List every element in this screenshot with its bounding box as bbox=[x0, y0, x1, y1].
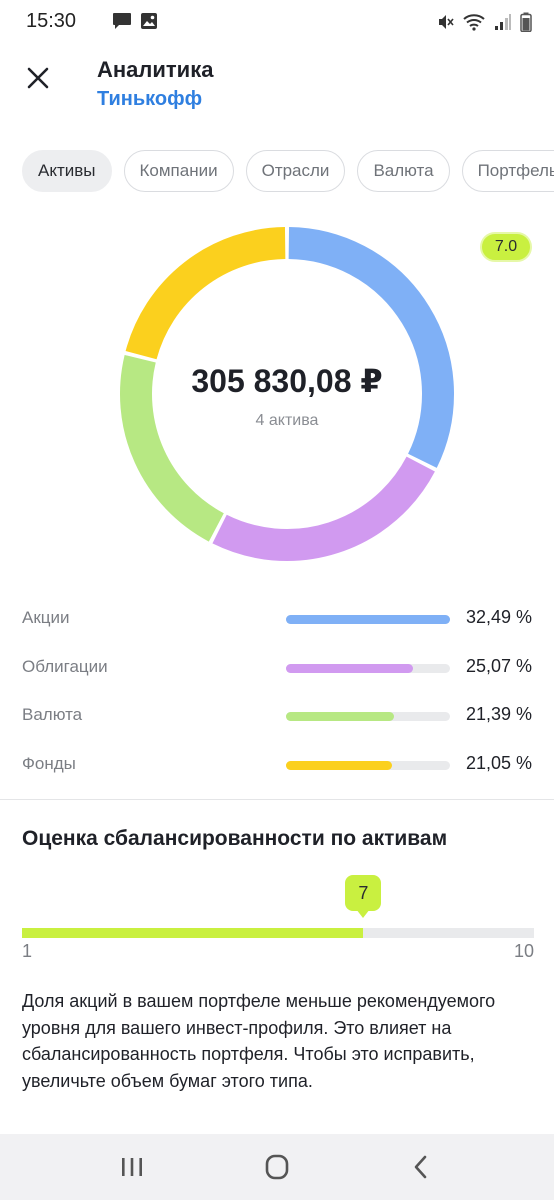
allocation-label: Акции bbox=[22, 608, 70, 627]
balance-section-title: Оценка сбалансированности по активам bbox=[22, 827, 448, 850]
status-bar: 15:30 bbox=[0, 0, 554, 42]
battery-icon bbox=[520, 12, 532, 32]
allocation-row-bonds: Облигации 25,07 % bbox=[22, 654, 534, 684]
allocation-row-stocks: Акции 32,49 % bbox=[22, 605, 534, 635]
page-title: Аналитика bbox=[97, 57, 214, 82]
tab-companies[interactable]: Компании bbox=[123, 150, 234, 192]
section-divider bbox=[0, 799, 554, 800]
analytics-tabs: Активы Компании Отрасли Валюта Портфель bbox=[22, 150, 554, 194]
allocation-percent: 32,49 % bbox=[465, 607, 532, 627]
balance-scale-fill bbox=[22, 928, 364, 938]
balance-score-marker: 7 bbox=[345, 875, 382, 911]
allocation-percent: 25,07 % bbox=[465, 656, 532, 676]
asset-count: 4 актива bbox=[255, 412, 319, 429]
allocation-percent: 21,05 % bbox=[465, 753, 532, 773]
allocation-row-currency: Валюта 21,39 % bbox=[22, 702, 534, 732]
portfolio-total: 305 830,08 ₽ bbox=[191, 363, 383, 399]
allocation-label: Облигации bbox=[22, 657, 108, 676]
scale-max-label: 10 bbox=[513, 941, 534, 961]
scale-min-label: 1 bbox=[22, 941, 33, 961]
back-button[interactable] bbox=[404, 1152, 438, 1182]
image-icon bbox=[141, 13, 157, 29]
allocation-percent: 21,39 % bbox=[465, 704, 532, 724]
allocation-bar-track bbox=[286, 761, 450, 770]
allocation-row-funds: Фонды 21,05 % bbox=[22, 751, 534, 781]
allocation-bar-track bbox=[286, 615, 450, 624]
allocation-label: Валюта bbox=[22, 705, 83, 724]
allocation-label: Фонды bbox=[22, 754, 76, 773]
donut-segment-3 bbox=[125, 227, 286, 360]
close-icon bbox=[27, 67, 49, 89]
home-button[interactable] bbox=[260, 1152, 294, 1182]
tab-industries[interactable]: Отрасли bbox=[245, 150, 346, 192]
balance-scale-track bbox=[22, 928, 534, 938]
home-icon bbox=[265, 1154, 289, 1180]
chat-icon bbox=[113, 13, 131, 29]
broker-subtitle[interactable]: Тинькофф bbox=[97, 88, 202, 111]
tab-currency[interactable]: Валюта bbox=[357, 150, 450, 192]
analytics-screen: 15:30 Аналитика Тинькофф Активы Компании… bbox=[0, 0, 554, 1200]
system-nav-bar bbox=[0, 1134, 554, 1200]
donut-segment-1 bbox=[212, 456, 435, 561]
recent-apps-button[interactable] bbox=[115, 1152, 149, 1182]
tab-portfolio[interactable]: Портфель bbox=[461, 150, 554, 192]
allocation-bar-fill bbox=[286, 615, 450, 624]
close-button[interactable] bbox=[22, 62, 54, 94]
balance-score-pointer bbox=[356, 909, 371, 918]
wifi-icon bbox=[463, 14, 485, 31]
balance-advice-text: Доля акций в вашем портфеле меньше реком… bbox=[22, 991, 496, 1091]
mute-icon bbox=[439, 15, 454, 29]
allocation-bar-fill bbox=[286, 761, 393, 770]
allocation-bar-fill bbox=[286, 712, 394, 721]
score-badge[interactable]: 7.0 bbox=[480, 232, 532, 262]
allocation-bar-track bbox=[286, 712, 450, 721]
allocation-bar-fill bbox=[286, 664, 413, 673]
recent-apps-icon bbox=[122, 1158, 142, 1176]
tab-assets[interactable]: Активы bbox=[22, 150, 112, 192]
status-time: 15:30 bbox=[26, 10, 77, 32]
signal-icon bbox=[495, 14, 511, 30]
allocation-bar-track bbox=[286, 664, 450, 673]
back-icon bbox=[414, 1155, 427, 1179]
